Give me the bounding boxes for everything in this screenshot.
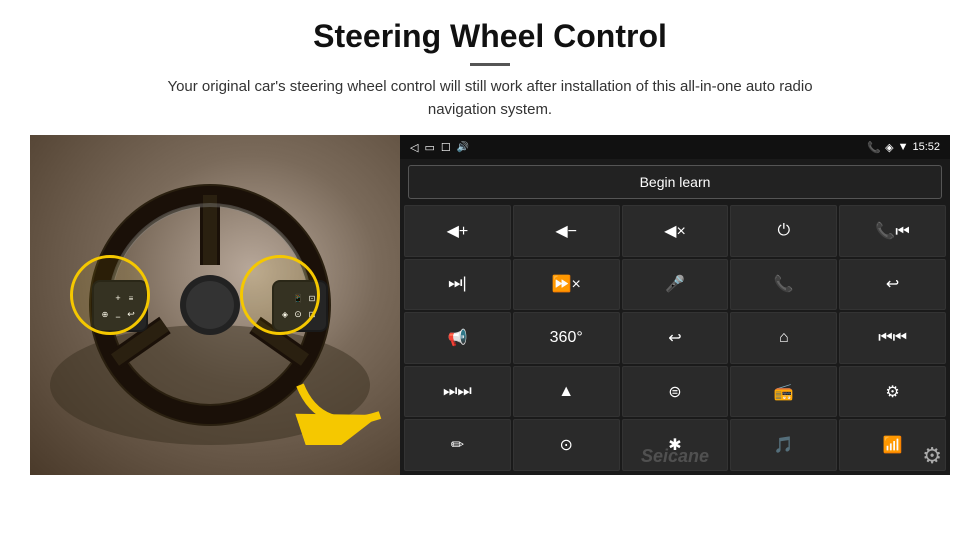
window-btn[interactable]: ▭: [424, 141, 434, 154]
time-display: 15:52: [912, 141, 940, 153]
car-image-area: + ⊕ − ≡ ↩ 📱 ◈ ⊙ ⊡ ⊡: [30, 135, 400, 475]
grid-icon-phone-prev[interactable]: 📞⏮: [839, 205, 946, 257]
grid-icon-power[interactable]: ⏻: [730, 205, 837, 257]
grid-icon-next-fast[interactable]: ⏭⏭: [404, 366, 511, 418]
signal-icon: 🔊: [457, 142, 469, 153]
grid-icon-microphone[interactable]: 🎤: [622, 259, 729, 311]
grid-icon-equalizer[interactable]: ⚙: [839, 366, 946, 418]
yellow-arrow: [290, 365, 390, 445]
grid-icon-mode[interactable]: ⊜: [622, 366, 729, 418]
grid-icon-next-track[interactable]: ⏭|: [404, 259, 511, 311]
grid-icon-settings2[interactable]: ⊙: [513, 419, 620, 471]
grid-icon-bluetooth[interactable]: ✱: [622, 419, 729, 471]
grid-icon-camera-360[interactable]: 360°: [513, 312, 620, 364]
grid-icon-mute[interactable]: ◀×: [622, 205, 729, 257]
grid-icon-home[interactable]: ⌂: [730, 312, 837, 364]
highlight-circle-left: [70, 255, 150, 335]
gear-icon[interactable]: ⚙: [922, 443, 942, 469]
status-right: 📞 ◈ ▼ 15:52: [867, 141, 940, 154]
highlight-circle-right: [240, 255, 320, 335]
grid-icon-draw[interactable]: ✏: [404, 419, 511, 471]
back-btn[interactable]: ◁: [410, 141, 418, 154]
phone-icon: 📞: [867, 141, 881, 154]
location-icon: ◈: [885, 141, 893, 154]
main-content: + ⊕ − ≡ ↩ 📱 ◈ ⊙ ⊡ ⊡: [30, 135, 950, 475]
status-left: ◁ ▭ ☐ 🔊: [410, 141, 469, 154]
page-title: Steering Wheel Control: [313, 18, 667, 55]
status-bar: ◁ ▭ ☐ 🔊 📞 ◈ ▼ 15:52: [400, 135, 950, 159]
icon-grid: ◀+◀−◀×⏻📞⏮⏭|⏩×🎤📞↩📢360°↩⌂⏮⏮⏭⏭▲⊜📻⚙✏⊙✱🎵📶: [400, 205, 950, 475]
grid-icon-prev-track[interactable]: ⏮⏮: [839, 312, 946, 364]
grid-icon-back[interactable]: ↩: [622, 312, 729, 364]
grid-icon-music[interactable]: 🎵: [730, 419, 837, 471]
grid-icon-phone-hangup[interactable]: ↩: [839, 259, 946, 311]
begin-learn-button[interactable]: Begin learn: [408, 165, 942, 199]
page-container: Steering Wheel Control Your original car…: [0, 0, 980, 548]
grid-icon-phone[interactable]: 📞: [730, 259, 837, 311]
grid-icon-fast-fwd-x[interactable]: ⏩×: [513, 259, 620, 311]
grid-icon-vol-up[interactable]: ◀+: [404, 205, 511, 257]
grid-icon-speaker[interactable]: 📢: [404, 312, 511, 364]
grid-icon-navigate[interactable]: ▲: [513, 366, 620, 418]
grid-icon-vol-down[interactable]: ◀−: [513, 205, 620, 257]
android-screen-wrapper: ◁ ▭ ☐ 🔊 📞 ◈ ▼ 15:52 Begin learn: [400, 135, 950, 475]
page-subtitle: Your original car's steering wheel contr…: [140, 76, 840, 121]
square-btn[interactable]: ☐: [441, 141, 451, 154]
wifi-icon: ▼: [898, 141, 909, 153]
grid-icon-radio[interactable]: 📻: [730, 366, 837, 418]
title-divider: [470, 63, 510, 66]
android-screen: ◁ ▭ ☐ 🔊 📞 ◈ ▼ 15:52 Begin learn: [400, 135, 950, 475]
